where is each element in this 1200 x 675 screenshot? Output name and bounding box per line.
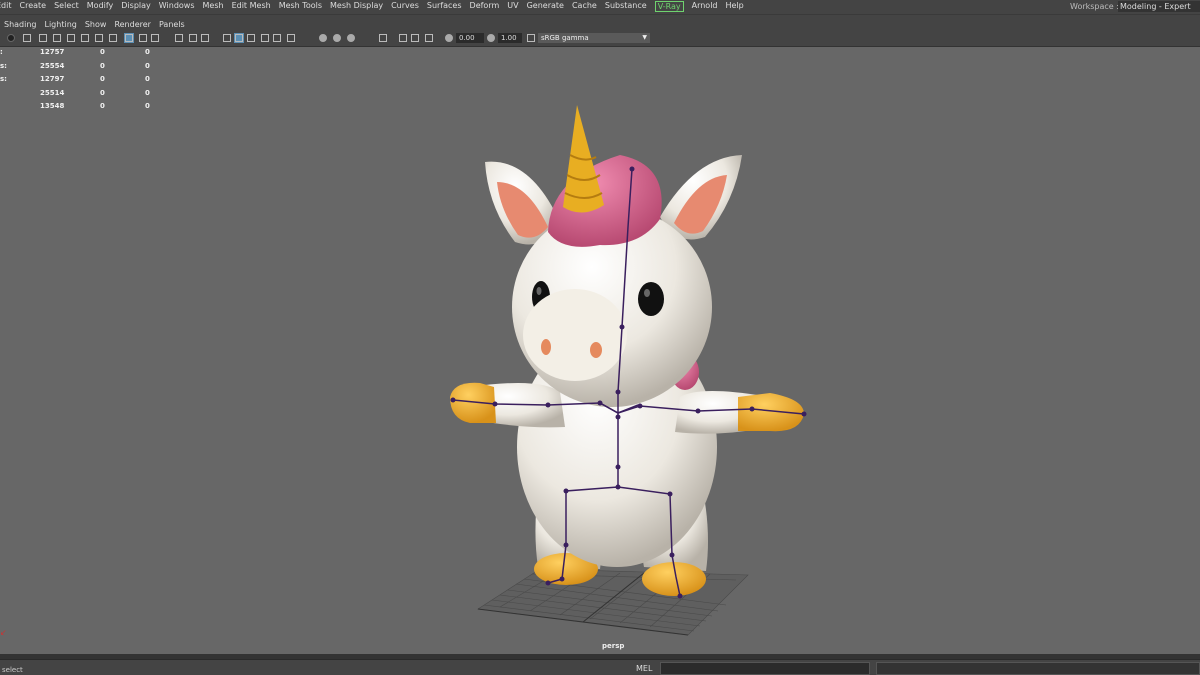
unicorn-horn (563, 105, 604, 213)
menu-mesh-display[interactable]: Mesh Display (326, 0, 387, 13)
panel-menu-panels[interactable]: Panels (155, 18, 189, 31)
chevron-down-icon: ▼ (642, 34, 647, 41)
camera-name-label: persp (602, 642, 625, 650)
resolution-gate-icon[interactable] (174, 33, 184, 43)
panel-menu-renderer[interactable]: Renderer (110, 18, 155, 31)
textured-icon[interactable] (260, 33, 270, 43)
scene-canvas (450, 105, 807, 636)
gamma-icon[interactable] (486, 33, 496, 43)
camera-attributes-icon[interactable] (6, 33, 16, 43)
viewport-toolbar: 0.00 1.00 sRGB gamma ▼ (0, 31, 1200, 45)
wireframe-on-shaded-icon[interactable] (246, 33, 256, 43)
menu-create[interactable]: Create (16, 0, 51, 13)
camera-lock-icon[interactable] (38, 33, 48, 43)
wireframe-icon[interactable] (124, 33, 134, 43)
panel-menu-shading[interactable]: Shading (0, 18, 41, 31)
menu-cache[interactable]: Cache (568, 0, 601, 13)
panel-menu-bar: Shading Lighting Show Renderer Panels (0, 18, 189, 31)
menu-curves[interactable]: Curves (387, 0, 423, 13)
menu-help[interactable]: Help (722, 0, 748, 13)
menu-uv[interactable]: UV (503, 0, 522, 13)
isolate-select-icon[interactable] (378, 33, 388, 43)
status-line: select MEL (0, 661, 1200, 675)
use-all-lights-icon[interactable] (272, 33, 282, 43)
menu-v-ray[interactable]: V-Ray (654, 1, 684, 12)
anti-aliasing-icon[interactable] (346, 33, 356, 43)
gamma-field[interactable]: 1.00 (498, 33, 522, 43)
panel-menu-show[interactable]: Show (81, 18, 111, 31)
select-camera-icon[interactable] (22, 33, 32, 43)
menu-mesh-tools[interactable]: Mesh Tools (275, 0, 326, 13)
color-management-icon[interactable] (526, 33, 536, 43)
menu-edit-mesh[interactable]: Edit Mesh (228, 0, 275, 13)
mel-label[interactable]: MEL (636, 664, 652, 673)
menu-arnold[interactable]: Arnold (688, 0, 722, 13)
two-d-pan-zoom-icon[interactable] (80, 33, 90, 43)
menu-display[interactable]: Display (117, 0, 155, 13)
image-plane-icon[interactable] (66, 33, 76, 43)
help-line: select (2, 666, 23, 674)
backface-culling-icon[interactable] (424, 33, 434, 43)
gate-mask-icon[interactable] (188, 33, 198, 43)
command-output (876, 662, 1200, 675)
menu-mesh[interactable]: Mesh (199, 0, 228, 13)
grease-pencil-icon[interactable] (94, 33, 104, 43)
view-transform-value: sRGB gamma (541, 34, 589, 42)
exposure-field[interactable]: 0.00 (456, 33, 484, 43)
wireframe-shade-icon[interactable] (222, 33, 232, 43)
menu-edit[interactable]: Edit (0, 0, 16, 13)
ambient-occlusion-icon[interactable] (318, 33, 328, 43)
workspace-label: Workspace : (1070, 2, 1119, 11)
exposure-icon[interactable] (444, 33, 454, 43)
timeline-strip (0, 654, 1200, 660)
ground-grid (477, 568, 749, 636)
smooth-shade-icon[interactable] (138, 33, 148, 43)
workspace-selector[interactable]: Modeling - Expert (1118, 1, 1200, 12)
view-transform-dropdown[interactable]: sRGB gamma ▼ (538, 33, 650, 43)
panel-menu-lighting[interactable]: Lighting (41, 18, 81, 31)
menu-deform[interactable]: Deform (466, 0, 504, 13)
xray-joints-icon[interactable] (410, 33, 420, 43)
shadows-icon[interactable] (286, 33, 296, 43)
grid-toggle-icon[interactable] (108, 33, 118, 43)
xray-icon[interactable] (398, 33, 408, 43)
menu-modify[interactable]: Modify (83, 0, 118, 13)
menu-substance[interactable]: Substance (601, 0, 651, 13)
smooth-shade-all-icon[interactable] (234, 33, 244, 43)
view-axis-icon: ↙ (0, 628, 7, 637)
menu-separator (0, 14, 1200, 15)
menu-generate[interactable]: Generate (523, 0, 568, 13)
main-menu-bar: EditCreateSelectModifyDisplayWindowsMesh… (0, 0, 1200, 13)
menu-windows[interactable]: Windows (155, 0, 199, 13)
command-input[interactable] (660, 662, 870, 675)
perspective-viewport[interactable]: :12757 0 0 s: 25554 0 0 s: 12797 0 0 25514 0 0 13548 0 0 (0, 46, 1200, 654)
field-chart-icon[interactable] (200, 33, 210, 43)
bookmark-icon[interactable] (52, 33, 62, 43)
film-gate-icon[interactable] (150, 33, 160, 43)
menu-surfaces[interactable]: Surfaces (423, 0, 466, 13)
menu-select[interactable]: Select (50, 0, 83, 13)
motion-blur-icon[interactable] (332, 33, 342, 43)
unicorn-snout (523, 289, 627, 381)
